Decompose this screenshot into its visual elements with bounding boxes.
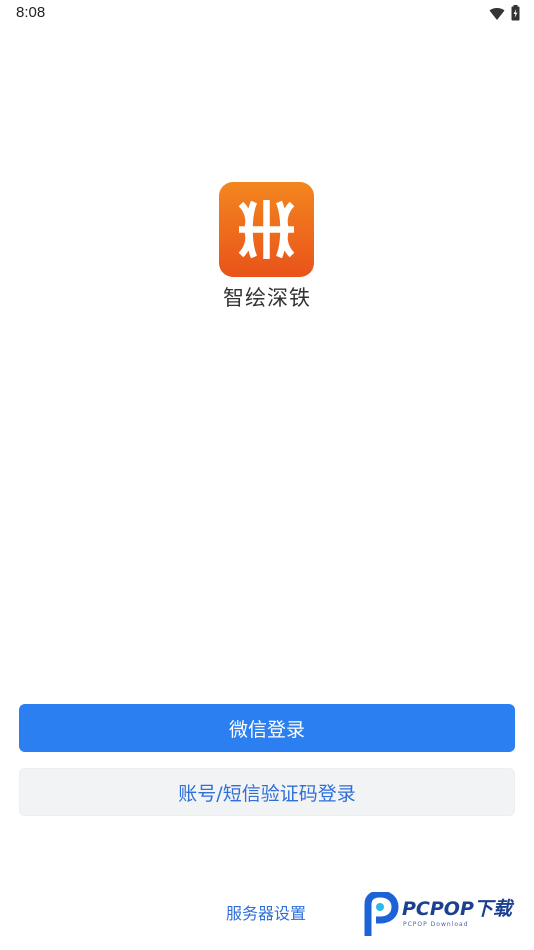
watermark-sub: PCPOP Download	[403, 921, 469, 928]
status-time: 8:08	[16, 4, 46, 21]
status-bar: 8:08	[0, 0, 534, 28]
app-name: 智绘深铁	[223, 286, 311, 310]
status-icons	[489, 5, 520, 25]
account-sms-login-label: 账号/短信验证码登录	[178, 782, 356, 805]
account-sms-login-button[interactable]: 账号/短信验证码登录	[19, 768, 515, 816]
battery-icon	[511, 5, 520, 25]
wechat-login-label: 微信登录	[228, 718, 305, 741]
app-logo	[219, 182, 314, 277]
wifi-icon	[489, 6, 505, 25]
watermark: PCPOP下载 PCPOP Download	[362, 892, 530, 938]
watermark-brand: PCPOP下载	[402, 898, 512, 920]
metro-logo-icon	[219, 200, 314, 277]
server-settings-link[interactable]: 服务器设置	[206, 900, 326, 924]
wechat-login-button[interactable]: 微信登录	[19, 704, 515, 752]
